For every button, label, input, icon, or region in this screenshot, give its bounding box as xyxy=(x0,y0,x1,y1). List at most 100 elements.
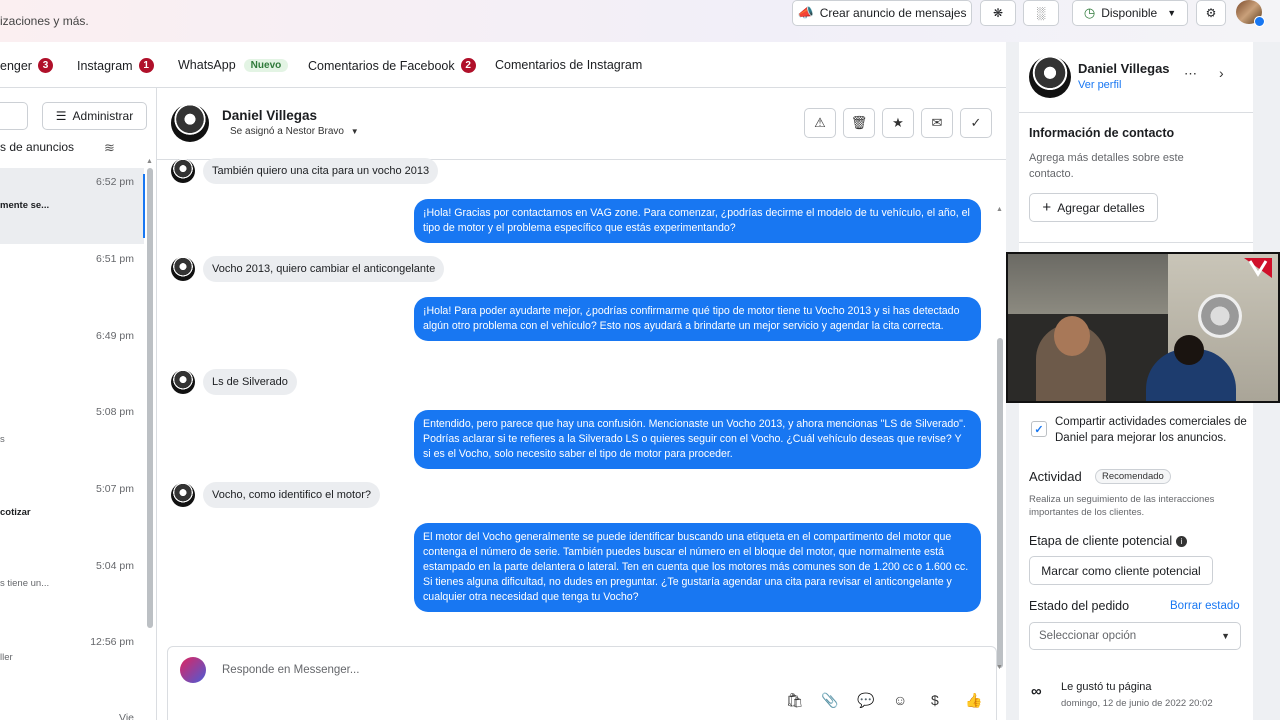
conversation-time: 6:51 pm xyxy=(96,253,134,265)
conversation-snippet: ller xyxy=(0,652,13,663)
order-status-select[interactable]: Seleccionar opción ▼ xyxy=(1029,622,1241,650)
tab-label: Instagram xyxy=(77,58,133,73)
ads-filter-label[interactable]: s de anuncios xyxy=(0,140,74,154)
contact-name[interactable]: Daniel Villegas xyxy=(222,108,317,123)
search-input[interactable] xyxy=(0,102,28,130)
contact-avatar[interactable] xyxy=(171,104,209,142)
tab-label: WhatsApp xyxy=(178,58,236,72)
delete-button[interactable]: 🗑 xyxy=(843,108,875,138)
paperclip-icon[interactable]: 📎 xyxy=(821,692,838,709)
message-incoming: Vocho, como identifico el motor? xyxy=(171,482,380,508)
contact-name: Daniel Villegas xyxy=(1078,61,1170,76)
conversation-item[interactable]: 5:08 pm s xyxy=(0,398,144,474)
message-incoming: También quiero una cita para un vocho 20… xyxy=(171,158,439,184)
message-incoming: Ls de Silverado xyxy=(171,369,297,395)
conversation-time: 12:56 pm xyxy=(90,636,134,648)
more-options-icon[interactable]: ⋯ xyxy=(1184,66,1197,82)
scroll-up-arrow-icon[interactable]: ▲ xyxy=(146,158,153,165)
order-status-title: Estado del pedido xyxy=(1029,599,1130,613)
add-details-label: Agregar detalles xyxy=(1057,200,1145,215)
create-ad-label: Crear anuncio de mensajes xyxy=(819,6,967,20)
tab-facebook-comments[interactable]: Comentarios de Facebook 2 xyxy=(308,58,476,73)
conversation-time: 5:07 pm xyxy=(96,483,134,495)
assignee-dropdown[interactable]: Se asignó a Nestor Bravo ▼ xyxy=(230,126,359,137)
liked-page-text: Le gustó tu página xyxy=(1061,681,1152,693)
emoji-icon[interactable]: ☺ xyxy=(893,692,907,708)
share-activity-label: Compartir actividades comerciales de Dan… xyxy=(1055,416,1247,444)
list-scrollbar[interactable] xyxy=(147,168,153,628)
filter-sliders-icon[interactable]: ≋ xyxy=(104,140,115,156)
manage-button[interactable]: ☰ Administrar xyxy=(42,102,147,130)
conversation-item[interactable]: Vie xyxy=(0,704,144,720)
conversation-header: Daniel Villegas Se asignó a Nestor Bravo… xyxy=(157,88,1006,160)
create-ad-button[interactable]: 📣 Crear anuncio de mensajes xyxy=(792,0,972,26)
conversation-item[interactable]: 5:04 pm s tiene un... xyxy=(0,552,144,628)
clock-check-icon: ◷ xyxy=(1083,5,1096,20)
tab-instagram[interactable]: Instagram 1 xyxy=(77,58,154,73)
active-indicator xyxy=(143,174,145,238)
activity-desc: Realiza un seguimiento de las interaccio… xyxy=(1029,494,1215,518)
chevron-right-icon[interactable]: › xyxy=(1219,65,1224,81)
tab-whatsapp[interactable]: WhatsApp Nuevo xyxy=(178,58,289,72)
conversation-time: 6:52 pm xyxy=(96,176,134,188)
message-composer[interactable]: Responde en Messenger... 🛍 📎 💬 ☺ $ 👍 xyxy=(167,646,997,720)
mark-done-button[interactable]: ✓ xyxy=(960,108,992,138)
envelope-open-icon: ✉ xyxy=(931,115,943,130)
availability-dropdown[interactable]: ◷ Disponible ▼ xyxy=(1072,0,1188,26)
clear-status-link[interactable]: Borrar estado xyxy=(1170,600,1240,612)
contact-avatar[interactable] xyxy=(1029,56,1071,98)
mark-unread-button[interactable]: ✉ xyxy=(921,108,953,138)
star-button[interactable]: ★ xyxy=(882,108,914,138)
message-bubble: Vocho 2013, quiero cambiar el anticongel… xyxy=(203,256,445,282)
assignee-label: Se asignó a Nestor Bravo xyxy=(230,126,344,137)
message-incoming: Vocho 2013, quiero cambiar el anticongel… xyxy=(171,256,445,282)
unread-badge: 1 xyxy=(138,58,154,73)
ads-center-button[interactable]: ❋ xyxy=(980,0,1016,26)
conversation-item[interactable]: 5:07 pm cotizar xyxy=(0,475,144,551)
conversation-snippet: s xyxy=(0,434,5,445)
contact-avatar xyxy=(171,159,195,183)
megaphone-icon: 📣 xyxy=(797,5,814,20)
scroll-up-arrow-icon[interactable]: ▲ xyxy=(996,206,1003,213)
dollar-icon[interactable]: $ xyxy=(931,692,939,708)
activity-title: Actividad xyxy=(1029,469,1082,484)
bar-chart-icon: ░ xyxy=(1036,6,1046,20)
message-outgoing: ¡Hola! Para poder ayudarte mejor, ¿podrí… xyxy=(414,297,981,341)
share-activity-checkbox[interactable]: ✓ xyxy=(1031,421,1047,437)
tab-instagram-comments[interactable]: Comentarios de Instagram xyxy=(495,58,642,72)
caret-down-icon: ▼ xyxy=(1221,631,1230,641)
channel-tabs: enger 3 Instagram 1 WhatsApp Nuevo Comen… xyxy=(0,42,1006,88)
channel-logo-icon xyxy=(1244,258,1272,278)
layers-icon: ☰ xyxy=(55,109,67,123)
reply-input[interactable]: Responde en Messenger... xyxy=(222,664,359,676)
mark-lead-button[interactable]: Marcar como cliente potencial xyxy=(1029,556,1213,585)
conversation-item[interactable]: 6:49 pm xyxy=(0,322,144,398)
report-spam-button[interactable]: ⚠ xyxy=(804,108,836,138)
thumbs-up-icon[interactable]: 👍 xyxy=(965,692,982,709)
contact-avatar xyxy=(171,483,195,507)
divider xyxy=(1019,112,1253,113)
conversation-snippet: s tiene un... xyxy=(0,578,50,589)
info-icon[interactable]: i xyxy=(1176,536,1188,548)
scroll-down-arrow-icon[interactable]: ▼ xyxy=(996,664,1003,671)
webcam-overlay xyxy=(1006,252,1280,403)
tab-messenger[interactable]: enger 3 xyxy=(0,58,53,73)
conversation-item[interactable]: 12:56 pm ller xyxy=(0,628,144,704)
settings-button[interactable]: ⚙ xyxy=(1196,0,1226,26)
page-avatar[interactable] xyxy=(1236,0,1265,27)
insights-button[interactable]: ░ xyxy=(1023,0,1059,26)
message-bubble: También quiero una cita para un vocho 20… xyxy=(203,158,439,184)
add-details-button[interactable]: + Agregar detalles xyxy=(1029,193,1158,222)
saved-replies-icon[interactable]: 💬 xyxy=(857,692,874,709)
conversation-snippet: cotizar xyxy=(0,507,31,518)
shopping-bag-icon[interactable]: 🛍 xyxy=(786,692,804,709)
facebook-badge-icon xyxy=(1254,16,1265,27)
chat-scrollbar[interactable] xyxy=(997,338,1003,668)
conversation-item[interactable]: 6:51 pm xyxy=(0,245,144,321)
conversation-item[interactable]: 6:52 pm mente se... xyxy=(0,168,145,244)
tab-label: Comentarios de Instagram xyxy=(495,58,643,72)
message-outgoing: El motor del Vocho generalmente se puede… xyxy=(414,523,981,612)
plus-icon: + xyxy=(1042,199,1052,216)
meta-logo-icon: ∞ xyxy=(1031,683,1042,700)
view-profile-link[interactable]: Ver perfil xyxy=(1078,79,1121,91)
